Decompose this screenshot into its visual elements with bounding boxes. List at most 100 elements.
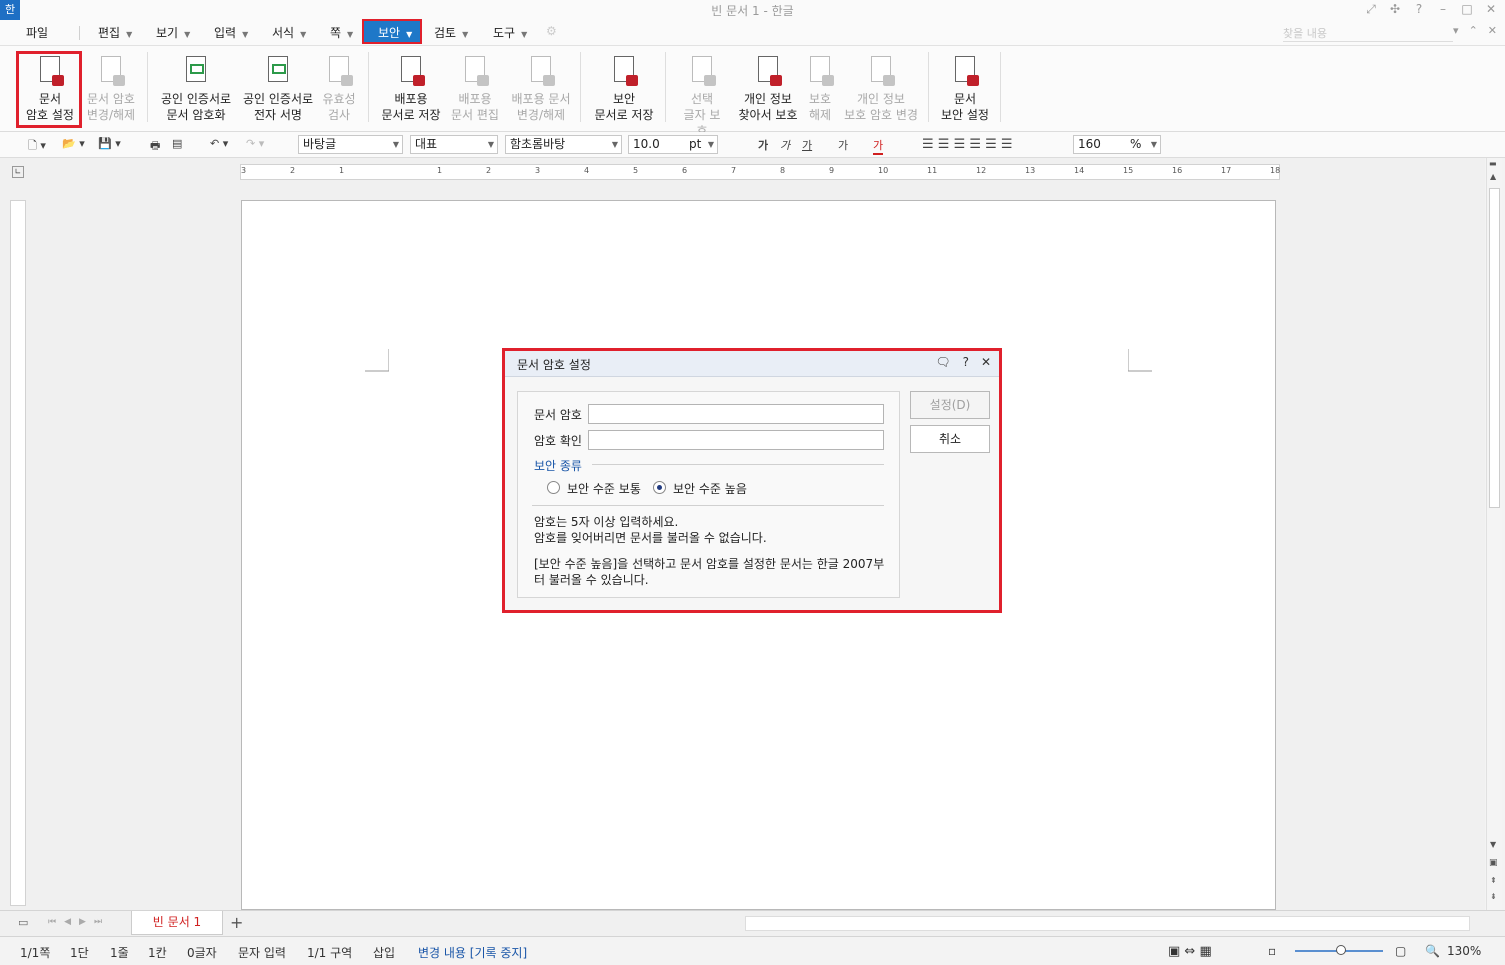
italic-button[interactable]: 가 <box>780 137 790 153</box>
menu-edit[interactable]: 편집 ▼ <box>98 24 132 41</box>
help-icon[interactable]: ? <box>963 355 969 369</box>
ruler-tick-label: 2 <box>290 166 296 175</box>
font-select[interactable]: 함초롬바탕 ▼ <box>505 135 622 154</box>
save-icon[interactable]: 💾 ▾ <box>98 137 121 150</box>
ribbon-label-line1: 공인 인증서로 <box>160 92 232 106</box>
ribbon-button-7[interactable]: 배포용 문서 편집 <box>450 52 500 123</box>
scroll-top-icon[interactable]: ▬ <box>1489 159 1497 168</box>
menu-insert-label: 입력 <box>214 26 237 40</box>
tab-list-icon[interactable]: ▭ <box>18 916 28 929</box>
minimize-icon[interactable]: – <box>1435 2 1451 17</box>
print-icon[interactable]: 🖶 <box>150 137 160 156</box>
ribbon-label-line2: 보호 암호 변경 <box>844 108 918 122</box>
scroll-thumb[interactable] <box>1489 188 1500 508</box>
ribbon-button-6[interactable]: 배포용 문서로 저장 <box>378 52 444 123</box>
line-spacing-value: 160 <box>1078 137 1101 151</box>
ribbon-button-2[interactable]: 문서 암호 변경/해제 <box>82 52 140 123</box>
zoom-icon[interactable]: 🔍 <box>1425 944 1440 958</box>
font-lang-select[interactable]: 대표 ▼ <box>410 135 498 154</box>
ribbon-button-5[interactable]: 유효성 검사 <box>315 52 363 123</box>
style-select[interactable]: 바탕글 ▼ <box>298 135 403 154</box>
align-buttons[interactable]: ☰ ☰ ☰ ☰ ☰ ☰ <box>922 137 1013 152</box>
tab-document[interactable]: 빈 문서 1 <box>131 911 223 935</box>
tab-stop-icon[interactable]: ∟ <box>12 166 24 178</box>
line-spacing-input[interactable]: 160% ▼ <box>1073 135 1161 154</box>
strike-button[interactable]: 가 <box>838 137 848 153</box>
ribbon-button-9[interactable]: 보안 문서로 저장 <box>592 52 656 123</box>
password-field[interactable] <box>588 404 884 424</box>
help-icon[interactable]: ? <box>1411 2 1427 17</box>
cancel-button[interactable]: 취소 <box>910 425 990 453</box>
status-mode[interactable]: 문자 입력 <box>238 944 286 961</box>
ribbon-button-14[interactable]: 문서 보안 설정 <box>940 52 990 123</box>
status-zoom[interactable]: 130% <box>1447 944 1481 958</box>
scroll-down-icon[interactable]: ▼ <box>1490 840 1496 849</box>
zoom-slider-handle[interactable] <box>1336 945 1346 955</box>
font-size-input[interactable]: 10.0 pt ▼ <box>628 135 718 154</box>
bold-button[interactable]: 가 <box>758 137 768 153</box>
undo-icon[interactable]: ↶ ▾ <box>210 137 228 150</box>
close-icon[interactable]: ✕ <box>1483 2 1499 17</box>
fullscreen-icon[interactable]: ⤢ <box>1363 2 1379 17</box>
ribbon-button-10[interactable]: 선택 글자 보호 <box>680 52 724 139</box>
horizontal-scrollbar[interactable] <box>745 916 1470 931</box>
status-page[interactable]: 1/1쪽 <box>20 944 50 961</box>
menu-tools[interactable]: 도구 ▼ <box>493 24 527 41</box>
menu-format[interactable]: 서식 ▼ <box>272 24 306 41</box>
page-view-icon[interactable]: ▣ <box>1489 858 1498 868</box>
horizontal-ruler[interactable]: 3 2 1 1 2 3 4 5 6 7 8 9 10 11 12 13 14 15 16 17 18 <box>240 164 1280 180</box>
extension-icon[interactable]: ⚙ <box>546 24 557 38</box>
status-insert[interactable]: 삽입 <box>373 944 395 961</box>
ribbon-label-line2: 문서로 저장 <box>594 108 654 122</box>
close-icon[interactable]: ✕ <box>981 355 991 369</box>
vertical-scrollbar[interactable]: ▬ ▲ ▼ ▣ ⇞ ⇟ <box>1486 158 1502 910</box>
confirm-password-field[interactable] <box>588 430 884 450</box>
ruler-tick-label: 4 <box>584 166 590 175</box>
search-dropdown-icon[interactable]: ▾ <box>1453 24 1459 37</box>
ribbon-button-4[interactable]: 공인 인증서로 전자 서명 <box>240 52 316 123</box>
close-doc-icon[interactable]: ✕ <box>1488 24 1497 37</box>
menu-review[interactable]: 검토 ▼ <box>434 24 468 41</box>
radio-security-high-label[interactable]: 보안 수준 높음 <box>673 480 747 497</box>
status-track-changes[interactable]: 변경 내용 [기록 중지] <box>418 944 527 961</box>
unprotect-icon <box>806 56 834 86</box>
comment-icon[interactable]: 🗨 <box>935 355 950 369</box>
ribbon-button-11[interactable]: 개인 정보 찾아서 보호 <box>737 52 799 123</box>
search-input[interactable]: 찾을 내용 <box>1283 25 1453 42</box>
prev-page-icon[interactable]: ⇞ <box>1490 876 1497 885</box>
vertical-ruler[interactable] <box>10 200 26 906</box>
menu-security[interactable]: 보안 ▼ <box>362 19 422 44</box>
maximize-icon[interactable]: □ <box>1459 2 1475 17</box>
privacy-find-icon <box>754 56 782 86</box>
radio-security-normal[interactable] <box>547 481 560 494</box>
menu-view[interactable]: 보기 ▼ <box>156 24 190 41</box>
font-color-button[interactable]: 가 <box>873 137 884 155</box>
zoom-page-icon[interactable]: ▢ <box>1395 944 1406 958</box>
collapse-ribbon-icon[interactable]: ⌃ <box>1469 24 1478 37</box>
radio-security-high[interactable] <box>653 481 666 494</box>
set-button[interactable]: 설정(D) <box>910 391 990 419</box>
tab-nav-icons[interactable]: ⏮◀▶⏭ <box>48 917 110 927</box>
next-page-icon[interactable]: ⇟ <box>1490 892 1497 901</box>
ribbon-button-3[interactable]: 공인 인증서로 문서 암호화 <box>158 52 234 123</box>
underline-button[interactable]: 가 <box>802 137 812 153</box>
status-chars: 0글자 <box>187 946 217 960</box>
split-icon[interactable]: ✣ <box>1387 2 1403 17</box>
open-icon[interactable]: 📂 ▾ <box>62 137 85 150</box>
ribbon-label-line2: 검사 <box>327 108 351 122</box>
ribbon-label-line1: 배포용 <box>458 92 492 106</box>
new-doc-icon[interactable]: 🗋 ▾ <box>28 137 46 156</box>
radio-security-normal-label[interactable]: 보안 수준 보통 <box>567 480 641 497</box>
view-mode-icons[interactable]: ▣ ⇔ ▦ <box>1168 944 1212 959</box>
menu-page[interactable]: 쪽 ▼ <box>330 24 353 41</box>
preview-icon[interactable]: ▤ <box>172 137 182 150</box>
menu-insert[interactable]: 입력 ▼ <box>214 24 248 41</box>
ribbon-button-13[interactable]: 개인 정보 보호 암호 변경 <box>842 52 920 123</box>
menu-file[interactable]: 파일 <box>26 24 48 41</box>
add-tab-button[interactable]: + <box>230 913 243 932</box>
zoom-fit-icon[interactable]: ▫ <box>1268 944 1276 958</box>
redo-icon[interactable]: ↷ ▾ <box>246 137 264 150</box>
scroll-up-icon[interactable]: ▲ <box>1490 172 1496 181</box>
ribbon-button-12[interactable]: 보호 해제 <box>800 52 840 123</box>
ribbon-button-8[interactable]: 배포용 문서 변경/해제 <box>508 52 574 123</box>
